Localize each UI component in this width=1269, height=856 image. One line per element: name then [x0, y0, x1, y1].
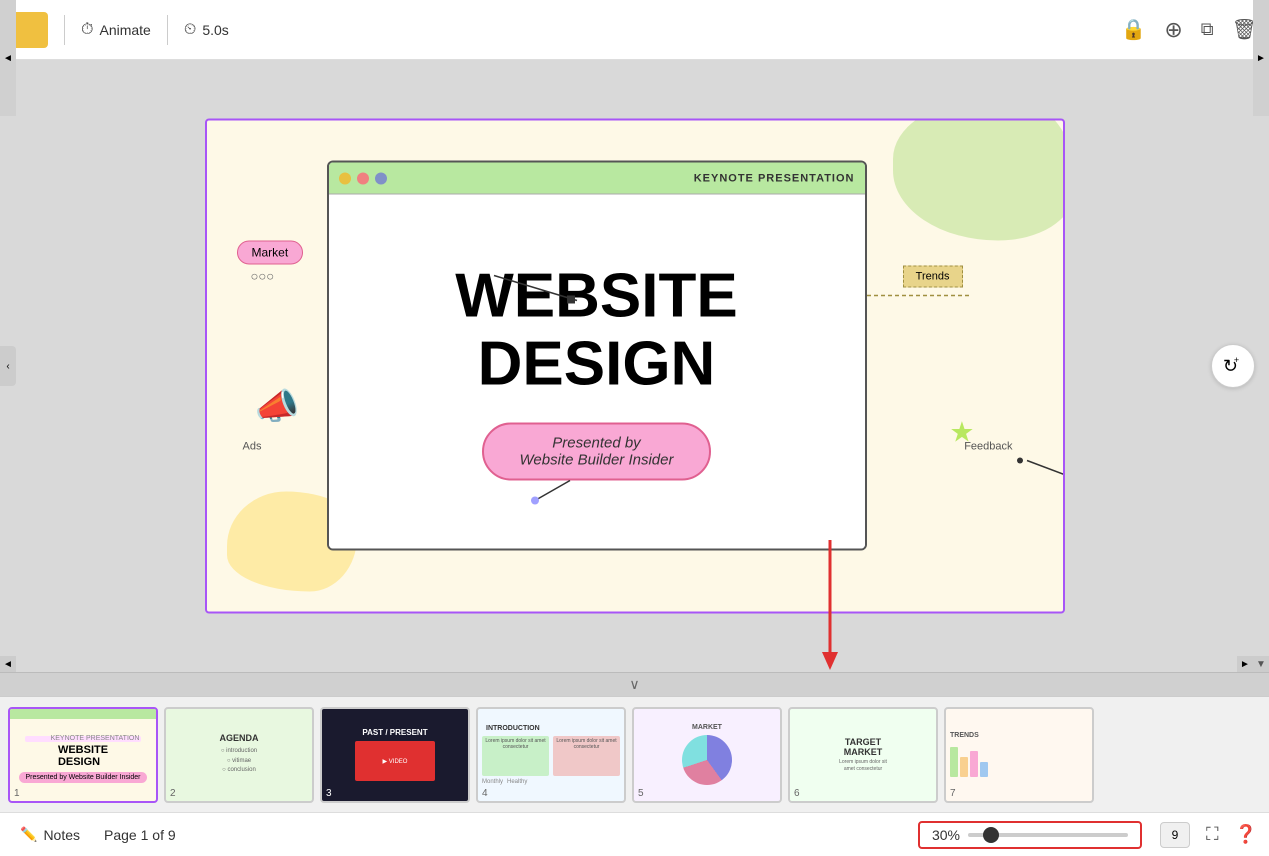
- page-info: Page 1 of 9: [96, 827, 184, 843]
- thumb4-inner: INTRODUCTION Lorem ipsum dolor sit amet …: [478, 709, 624, 801]
- filmstrip-slide-4[interactable]: INTRODUCTION Lorem ipsum dolor sit amet …: [476, 707, 626, 803]
- zoom-value: 30%: [932, 827, 960, 843]
- lock-icon: 🔒: [1121, 19, 1146, 41]
- filmstrip-slide-7[interactable]: TRENDS 7: [944, 707, 1094, 803]
- feedback-label: Feedback: [964, 441, 1012, 453]
- thumb5-inner: MARKET: [634, 709, 780, 801]
- ads-label: Ads: [243, 441, 262, 453]
- keynote-window-title: KEYNOTE PRESENTATION: [694, 172, 855, 184]
- slide-title-line1: WEBSITE: [455, 261, 737, 330]
- filmstrip-num-6: 6: [794, 788, 800, 799]
- slide-canvas[interactable]: 📣 Ads KEYNOTE PRESENTATION WEBSITE DESIG…: [205, 119, 1065, 614]
- filmstrip-slide-1[interactable]: KEYNOTE PRESENTATION WEBSITEDESIGN Prese…: [8, 707, 158, 803]
- toolbar: ⏱ Animate ⏲ 5.0s 🔒 ⊕ ⧉ 🗑: [0, 0, 1269, 60]
- keynote-titlebar: KEYNOTE PRESENTATION: [329, 163, 865, 195]
- thumb6-inner: TARGETMARKET Lorem ipsum dolor sitamet c…: [790, 709, 936, 801]
- bottom-bar: ✏️ Notes Page 1 of 9 30% 9 ⛶ ❓: [0, 812, 1269, 856]
- dot-pink: [357, 172, 369, 184]
- page-count-button[interactable]: 9: [1160, 822, 1190, 848]
- filmstrip-slide-5[interactable]: MARKET 5: [632, 707, 782, 803]
- duplicate-button[interactable]: ⧉: [1201, 18, 1214, 41]
- thumb3-inner: PAST / PRESENT ▶ VIDEO: [322, 709, 468, 801]
- zoom-section: 30% 9 ⛶ ❓: [918, 821, 1257, 849]
- slide-subtitle-pill: Presented byWebsite Builder Insider: [482, 423, 712, 481]
- filmstrip-num-4: 4: [482, 788, 488, 799]
- slide-main-title: WEBSITE DESIGN: [455, 262, 737, 398]
- market-label: Market: [237, 241, 304, 265]
- fullscreen-icon: ⛶: [1206, 824, 1219, 844]
- animate-button[interactable]: ⏱ Animate: [81, 21, 151, 39]
- keynote-body: WEBSITE DESIGN Presented byWebsite Build…: [329, 195, 865, 549]
- add-superscript: +: [1234, 355, 1239, 365]
- keynote-window: KEYNOTE PRESENTATION WEBSITE DESIGN Pres…: [327, 161, 867, 551]
- canvas-area: ‹ ▲ ▼ ◄ ► 📣 Ads KEYNOTE PRESENTATION WEB…: [0, 60, 1269, 672]
- filmstrip-slide-6[interactable]: TARGETMARKET Lorem ipsum dolor sitamet c…: [788, 707, 938, 803]
- filmstrip-slide-3[interactable]: PAST / PRESENT ▶ VIDEO 3: [320, 707, 470, 803]
- fullscreen-button[interactable]: ⛶: [1206, 824, 1219, 845]
- filmstrip-num-5: 5: [638, 788, 644, 799]
- thumb1-title: WEBSITEDESIGN: [58, 744, 108, 768]
- help-button[interactable]: ❓: [1235, 824, 1257, 845]
- trends-label: Trends: [903, 266, 963, 288]
- thumb2-inner: AGENDA ○ introduction○ vitimae○ conclusi…: [166, 709, 312, 801]
- help-icon: ❓: [1235, 824, 1257, 844]
- scroll-down-arrow[interactable]: ▼: [1253, 656, 1269, 672]
- collapse-handle[interactable]: ∨: [0, 672, 1269, 696]
- thumb1-bar: [10, 709, 156, 719]
- slide-title-line2: DESIGN: [478, 330, 716, 399]
- zoom-slider[interactable]: [968, 833, 1128, 837]
- filmstrip-num-2: 2: [170, 788, 176, 799]
- edit-icon: ✏️: [20, 826, 37, 843]
- divider: [64, 15, 65, 45]
- thumb1-pill: Presented by Website Builder Insider: [19, 772, 146, 783]
- divider2: [167, 15, 168, 45]
- thumb7-inner: TRENDS: [946, 709, 1092, 801]
- filmstrip-slide-2[interactable]: AGENDA ○ introduction○ vitimae○ conclusi…: [164, 707, 314, 803]
- lock-button[interactable]: 🔒: [1121, 17, 1146, 42]
- market-dots: ○○○: [251, 269, 275, 284]
- left-panel-toggle[interactable]: ‹: [0, 346, 16, 386]
- filmstrip-num-1: 1: [14, 788, 20, 799]
- chevron-down-icon: ∨: [629, 676, 639, 693]
- add-slide-icon: ⊕: [1164, 17, 1182, 42]
- add-slide-button[interactable]: ⊕: [1164, 17, 1182, 43]
- megaphone-icon: 📣: [255, 386, 300, 428]
- scroll-right-arrow[interactable]: ►: [1237, 656, 1253, 672]
- duplicate-icon: ⧉: [1201, 19, 1214, 39]
- slide-thumbnail-icon: [12, 12, 48, 48]
- refresh-button[interactable]: ↻ +: [1211, 344, 1255, 388]
- scroll-left-arrow[interactable]: ◄: [0, 656, 16, 672]
- filmstrip-num-7: 7: [950, 788, 956, 799]
- zoom-control-box: 30%: [918, 821, 1142, 849]
- dot-blue: [375, 172, 387, 184]
- filmstrip: KEYNOTE PRESENTATION WEBSITEDESIGN Prese…: [0, 696, 1269, 812]
- duration-button[interactable]: ⏲ 5.0s: [184, 21, 229, 39]
- clock-icon: ⏲: [184, 21, 196, 39]
- slide-subtitle-text: Presented byWebsite Builder Insider: [520, 435, 674, 469]
- duration-label: 5.0s: [202, 22, 228, 38]
- page-count-label: 9: [1172, 828, 1179, 842]
- chevron-left-icon: ‹: [6, 361, 9, 372]
- toolbar-right: 🔒 ⊕ ⧉ 🗑: [1121, 17, 1257, 43]
- filmstrip-num-3: 3: [326, 788, 332, 799]
- notes-button[interactable]: ✏️ Notes: [12, 826, 88, 843]
- notes-label: Notes: [43, 827, 80, 843]
- animate-label: Animate: [99, 22, 150, 38]
- green-blob-tr: [893, 119, 1065, 241]
- animate-icon: ⏱: [81, 21, 93, 39]
- dot-yellow: [339, 172, 351, 184]
